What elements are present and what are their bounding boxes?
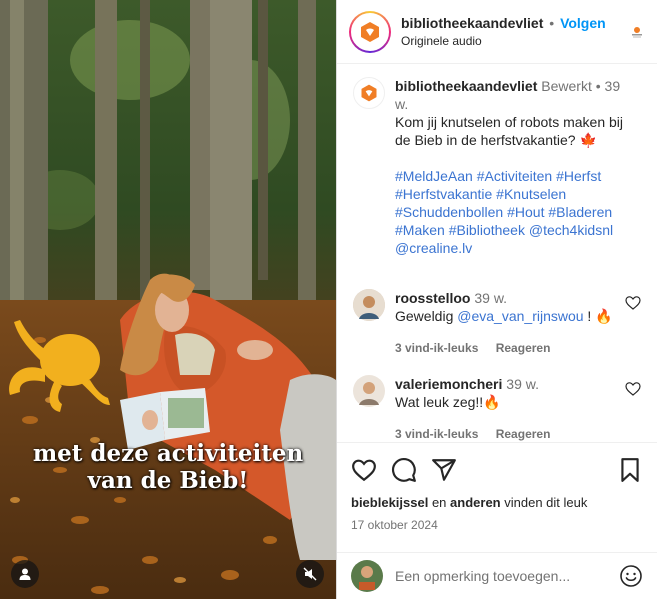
commenter-avatar[interactable] bbox=[353, 289, 385, 321]
current-user-avatar bbox=[351, 560, 383, 592]
reply-button[interactable]: Reageren bbox=[496, 427, 551, 441]
caption-text: Kom jij knutselen of robots maken bij de… bbox=[395, 114, 623, 148]
comment-item: roosstelloo 39 w. Geweldig @eva_van_rijn… bbox=[337, 257, 657, 357]
comment-bubble-icon[interactable] bbox=[391, 457, 417, 483]
comment-item: valeriemoncheri 39 w. Wat leuk zeg!!🔥 3 … bbox=[337, 357, 657, 442]
caption-hashtags-5[interactable]: @crealine.lv bbox=[395, 239, 635, 257]
speaker-muted-icon bbox=[303, 567, 317, 581]
comment-likes-count[interactable]: 3 vind-ik-leuks bbox=[395, 341, 478, 355]
reply-button[interactable]: Reageren bbox=[496, 341, 551, 355]
comment-text-end: ! 🔥 bbox=[583, 308, 613, 324]
post-caption: bibliotheekaandevliet Bewerkt • 39 w. Ko… bbox=[337, 65, 657, 257]
add-comment-bar: Een opmerking toevoegen... bbox=[337, 552, 657, 599]
like-heart-icon[interactable] bbox=[351, 457, 377, 483]
original-audio-link[interactable]: Originele audio bbox=[401, 34, 606, 48]
comment-input[interactable]: Een opmerking toevoegen... bbox=[395, 568, 619, 584]
post-header: bibliotheekaandevliet • Volgen Originele… bbox=[337, 0, 657, 64]
post-actions: bieblekijssel en anderen vinden dit leuk… bbox=[337, 442, 657, 552]
profile-photo-icon bbox=[351, 560, 383, 592]
caption-edited-label: Bewerkt bbox=[541, 78, 592, 94]
small-logo-icon[interactable] bbox=[629, 24, 645, 40]
comment-likes-count[interactable]: 3 vind-ik-leuks bbox=[395, 427, 478, 441]
save-bookmark-icon[interactable] bbox=[617, 457, 643, 483]
likes-suffix: vinden dit leuk bbox=[504, 495, 588, 510]
likes-summary: bieblekijssel en anderen vinden dit leuk bbox=[351, 495, 643, 510]
follow-button[interactable]: Volgen bbox=[560, 15, 606, 31]
library-logo-icon bbox=[361, 84, 377, 102]
video-caption-overlay: met deze activiteiten van de Bieb! bbox=[0, 440, 336, 494]
caption-hashtags-4[interactable]: #Maken #Bibliotheek @tech4kidsnl bbox=[395, 221, 635, 239]
comment-text: Wat leuk zeg!!🔥 bbox=[395, 394, 501, 410]
overlay-line-2: van de Bieb! bbox=[87, 467, 249, 494]
comment-username[interactable]: valeriemoncheri bbox=[395, 376, 502, 392]
post-date[interactable]: 17 oktober 2024 bbox=[351, 518, 643, 532]
caption-hashtags-3[interactable]: #Schuddenbollen #Hout #Bladeren bbox=[395, 203, 635, 221]
author-avatar-small[interactable] bbox=[353, 77, 385, 109]
tagged-users-button[interactable] bbox=[11, 560, 39, 588]
caption-hashtags-1[interactable]: #MeldJeAan #Activiteiten #Herfst bbox=[395, 167, 635, 185]
comment-text: Geweldig bbox=[395, 308, 458, 324]
post-side-panel: bibliotheekaandevliet • Volgen Originele… bbox=[336, 0, 657, 599]
likes-and: en bbox=[431, 495, 447, 510]
profile-photo-icon bbox=[353, 375, 385, 407]
liker-username[interactable]: bieblekijssel bbox=[351, 495, 428, 510]
author-username[interactable]: bibliotheekaandevliet bbox=[401, 15, 543, 31]
comment-age[interactable]: 39 w. bbox=[506, 376, 539, 392]
header-separator: • bbox=[549, 15, 555, 31]
others-link[interactable]: anderen bbox=[450, 495, 501, 510]
profile-photo-icon bbox=[353, 289, 385, 321]
share-send-icon[interactable] bbox=[431, 457, 457, 483]
commenter-avatar[interactable] bbox=[353, 375, 385, 407]
overlay-line-1: met deze activiteiten bbox=[32, 440, 304, 467]
heart-icon[interactable] bbox=[625, 381, 641, 397]
mute-button[interactable] bbox=[296, 560, 324, 588]
comment-age[interactable]: 39 w. bbox=[474, 290, 507, 306]
author-avatar[interactable] bbox=[349, 10, 391, 53]
comment-username[interactable]: roosstelloo bbox=[395, 290, 470, 306]
comment-mention[interactable]: @eva_van_rijnswou bbox=[457, 308, 583, 324]
caption-hashtags-2[interactable]: #Herfstvakantie #Knutselen bbox=[395, 185, 635, 203]
heart-icon[interactable] bbox=[625, 295, 641, 311]
library-logo-icon bbox=[361, 21, 379, 42]
instagram-post: met deze activiteiten van de Bieb! bibli… bbox=[0, 0, 657, 599]
emoji-icon[interactable] bbox=[619, 564, 643, 588]
forest-scene-image bbox=[0, 0, 336, 599]
comments-list: bibliotheekaandevliet Bewerkt • 39 w. Ko… bbox=[337, 65, 657, 442]
caption-username[interactable]: bibliotheekaandevliet bbox=[395, 78, 537, 94]
post-media-video[interactable]: met deze activiteiten van de Bieb! bbox=[0, 0, 336, 599]
user-icon bbox=[19, 568, 31, 580]
caption-separator: • bbox=[595, 78, 601, 94]
